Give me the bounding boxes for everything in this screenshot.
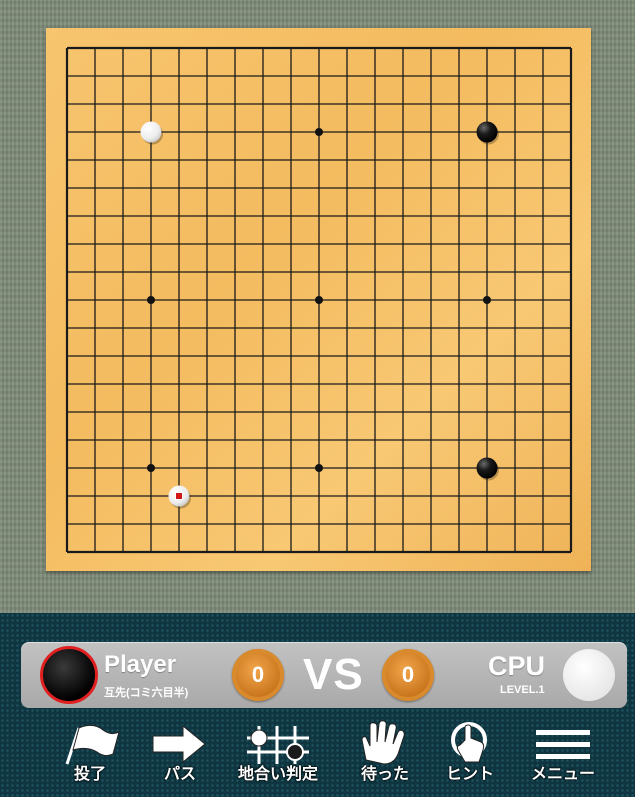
menu-label: メニュー (530, 766, 595, 783)
cpu-stone-icon (563, 649, 615, 701)
board-grid[interactable] (46, 28, 591, 571)
go-board[interactable] (46, 28, 591, 571)
star-point (315, 296, 323, 304)
menu-button[interactable]: メニュー (518, 720, 608, 785)
white-stone (140, 121, 162, 143)
star-point (315, 128, 323, 136)
star-point (483, 296, 491, 304)
black-stone (476, 121, 498, 143)
undo-label: 待った (360, 766, 409, 783)
cpu-level-label: LEVEL.1 (500, 684, 545, 696)
territory-grid-icon (247, 726, 309, 764)
player-captures-badge: 0 (232, 649, 284, 701)
star-point (147, 296, 155, 304)
pass-label: パス (163, 766, 196, 783)
star-point (315, 464, 323, 472)
resign-label: 投了 (73, 766, 106, 783)
undo-button[interactable]: 待った (340, 720, 430, 785)
cpu-name: CPU (488, 651, 546, 681)
player-stone-icon (40, 646, 98, 704)
hint-button[interactable]: ヒント (425, 720, 515, 785)
black-stone (476, 457, 498, 479)
territory-label: 地合い判定 (237, 766, 318, 783)
star-point (147, 464, 155, 472)
hamburger-icon (536, 730, 590, 759)
flag-icon (65, 724, 120, 765)
hint-label: ヒント (445, 766, 494, 783)
last-move-marker (175, 492, 183, 500)
vs-label: VS (303, 650, 364, 699)
cpu-captures-badge: 0 (382, 649, 434, 701)
resign-button[interactable]: 投了 (45, 720, 135, 785)
hand-icon (361, 720, 405, 765)
hint-icon (451, 722, 487, 763)
territory-button[interactable]: 地合い判定 (233, 720, 323, 785)
pass-button[interactable]: パス (135, 720, 225, 785)
player-handicap-label: 互先(コミ六目半) (104, 687, 189, 699)
player-name: Player (104, 651, 177, 678)
arrow-right-icon (152, 724, 206, 764)
